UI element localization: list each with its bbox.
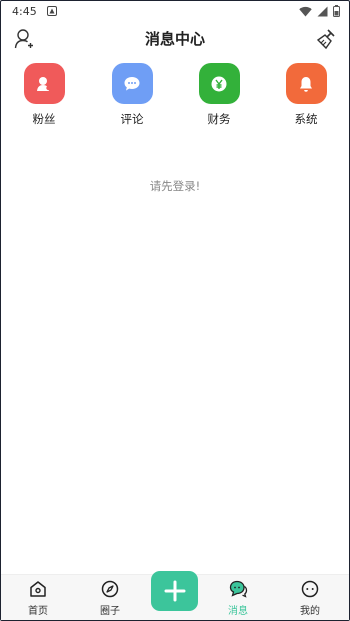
category-label: 系统 bbox=[294, 112, 318, 126]
message-categories: 粉丝 评论 财务 系统 bbox=[0, 63, 350, 133]
category-comments[interactable]: 评论 bbox=[102, 63, 162, 127]
app-header: 消息中心 bbox=[0, 22, 350, 58]
tab-home[interactable]: 首页 bbox=[13, 579, 63, 617]
tab-label: 首页 bbox=[28, 606, 48, 617]
finance-icon bbox=[198, 63, 240, 104]
login-prompt[interactable]: 请先登录! bbox=[0, 178, 350, 194]
message-icon bbox=[229, 580, 248, 598]
category-label: 粉丝 bbox=[32, 112, 56, 126]
bottom-tab-bar: 首页 圈子 消息 我的 bbox=[1, 571, 349, 620]
status-bar: 4:45 bbox=[0, 0, 350, 22]
home-icon bbox=[30, 581, 46, 597]
tab-messages[interactable]: 消息 bbox=[213, 579, 263, 617]
category-label: 财务 bbox=[207, 112, 231, 126]
page-title: 消息中心 bbox=[144, 30, 205, 48]
signal-icon bbox=[317, 6, 328, 16]
category-fans[interactable]: 粉丝 bbox=[14, 63, 74, 127]
comment-icon bbox=[111, 63, 153, 104]
category-system[interactable]: 系统 bbox=[276, 63, 336, 127]
notification-icon bbox=[46, 6, 57, 16]
category-label: 评论 bbox=[120, 112, 144, 126]
profile-icon bbox=[301, 580, 319, 598]
clear-messages-icon[interactable] bbox=[316, 28, 336, 50]
tab-label: 我的 bbox=[300, 606, 320, 617]
battery-icon bbox=[333, 5, 340, 17]
status-time: 4:45 bbox=[12, 4, 37, 18]
add-post-button[interactable] bbox=[151, 571, 198, 611]
bell-icon bbox=[285, 63, 327, 104]
category-finance[interactable]: 财务 bbox=[189, 63, 249, 127]
fans-icon bbox=[23, 63, 65, 104]
tab-label: 消息 bbox=[228, 606, 248, 617]
status-indicators bbox=[299, 5, 340, 17]
tab-circle[interactable]: 圈子 bbox=[85, 579, 135, 617]
tab-profile[interactable]: 我的 bbox=[285, 579, 335, 617]
tab-label: 圈子 bbox=[100, 606, 120, 617]
plus-icon bbox=[164, 580, 185, 602]
compass-icon bbox=[101, 580, 119, 598]
wifi-icon bbox=[299, 6, 312, 16]
